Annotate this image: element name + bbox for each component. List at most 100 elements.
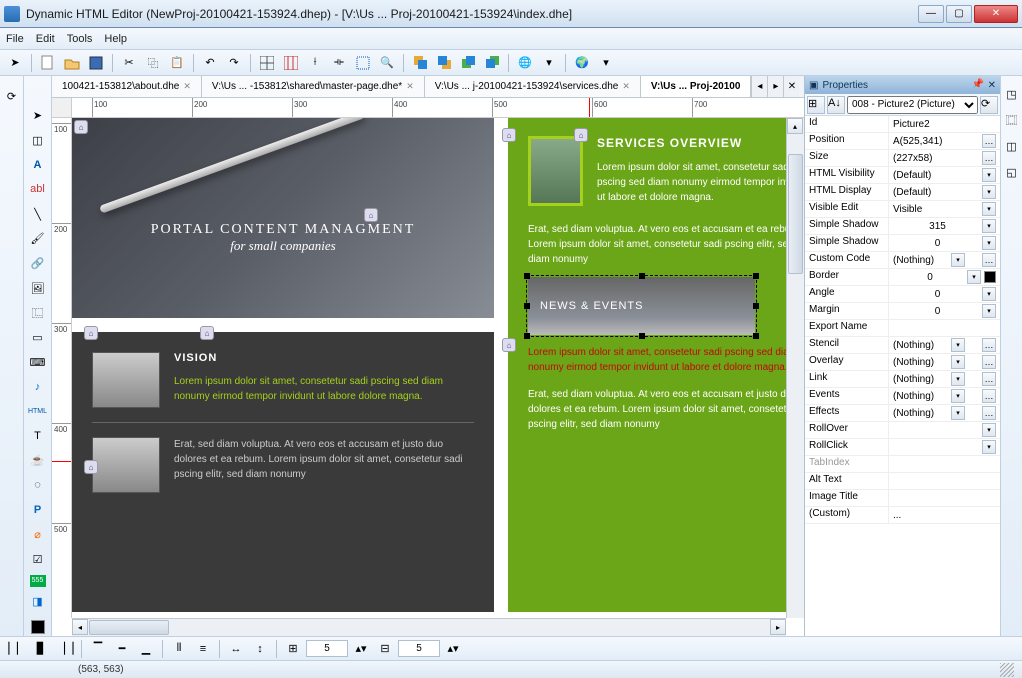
prop-value[interactable] <box>889 490 1000 506</box>
anchor-marker-icon[interactable]: ⌂ <box>84 326 98 340</box>
prop-value[interactable] <box>889 456 1000 472</box>
html-tool-icon[interactable]: HTML <box>27 402 49 421</box>
image-tool-icon[interactable]: 🖼 <box>27 279 49 298</box>
dropdown-icon[interactable]: ▾ <box>951 355 965 369</box>
prop-value[interactable]: 0▾ <box>889 303 1000 319</box>
minimize-button[interactable]: — <box>918 5 944 23</box>
resize-grip-icon[interactable] <box>1000 663 1014 677</box>
panel-close-icon[interactable]: ✕ <box>988 80 996 91</box>
audio-tool-icon[interactable]: ♪ <box>27 377 49 396</box>
ellipsis-button[interactable]: … <box>982 355 996 369</box>
paint-tool-icon[interactable]: 🖌 <box>27 229 49 248</box>
props-refresh-icon[interactable]: ⟳ <box>980 96 998 114</box>
canvas-tool-icon[interactable]: 555 <box>30 575 46 587</box>
scroll-thumb[interactable] <box>788 154 803 274</box>
paste-icon[interactable]: 📋 <box>166 52 188 74</box>
script-tool-icon[interactable]: ☕ <box>27 451 49 470</box>
dropdown-icon[interactable]: ▾ <box>982 440 996 454</box>
dropdown-icon[interactable]: ▾ <box>951 372 965 386</box>
preview-icon[interactable]: 🌐 <box>514 52 536 74</box>
tab-services[interactable]: V:\Us ... j-20100421-153924\services.dhe… <box>425 76 641 97</box>
props-icon2[interactable]: A↓ <box>827 96 845 114</box>
spin-icon[interactable]: ▴▾ <box>442 638 464 660</box>
dropdown-icon[interactable]: ▾ <box>951 338 965 352</box>
distribute-h-icon[interactable]: ⫴ <box>168 638 190 660</box>
link-tool-icon[interactable]: 🔗 <box>27 254 49 273</box>
send-backward-icon[interactable] <box>457 52 479 74</box>
prop-value[interactable]: (227x58)… <box>889 150 1000 166</box>
resize-handle[interactable] <box>524 303 530 309</box>
align-top-icon[interactable]: ▔ <box>87 638 109 660</box>
spin-icon[interactable]: ▴▾ <box>350 638 372 660</box>
tab-prev-icon[interactable]: ◂ <box>751 76 767 97</box>
gallery-tool-icon[interactable]: ⿺ <box>27 303 49 322</box>
align-center-icon[interactable]: ▊ <box>30 638 52 660</box>
frame-tool-icon[interactable]: ◨ <box>27 593 49 612</box>
services-panel[interactable]: ⌂ ⌂ SERVICES OVERVIEW Lorem ipsum dolor … <box>508 118 786 612</box>
rss-tool-icon[interactable]: ⌀ <box>27 525 49 544</box>
anchor-marker-icon[interactable]: ⌂ <box>74 120 88 134</box>
input-tool-icon[interactable]: ⌨ <box>27 353 49 372</box>
select-tool-icon[interactable]: ➤ <box>27 106 49 125</box>
anchor-marker-icon[interactable]: ⌂ <box>364 208 378 222</box>
vision-block[interactable]: ⌂ ⌂ VISION Lorem ipsum dolor sit amet, c… <box>72 332 494 612</box>
news-banner[interactable]: NEWS & EVENTS <box>528 277 755 335</box>
prop-value[interactable]: (Default)▾ <box>889 184 1000 200</box>
close-icon[interactable]: ✕ <box>406 81 414 92</box>
color-tool-icon[interactable] <box>27 617 49 636</box>
shape-tool-icon[interactable]: ◫ <box>27 131 49 150</box>
grid2-icon[interactable] <box>280 52 302 74</box>
close-icon[interactable]: ✕ <box>183 81 191 92</box>
pin-icon[interactable]: 📌 <box>972 79 984 91</box>
design-canvas[interactable]: ⌂ ⌂ PORTAL CONTENT MANAGMENT for small c… <box>72 118 786 618</box>
distribute-v-icon[interactable]: ≡ <box>192 638 214 660</box>
resize-handle[interactable] <box>753 333 759 339</box>
prop-value[interactable]: (Nothing)▾… <box>889 405 1000 421</box>
copy-icon[interactable]: ⿻ <box>142 52 164 74</box>
same-height-icon[interactable]: ↕ <box>249 638 271 660</box>
close-icon[interactable]: ✕ <box>622 81 630 92</box>
ellipsis-button[interactable]: … <box>982 406 996 420</box>
props-icon1[interactable]: ⊞ <box>807 96 825 114</box>
prop-value[interactable]: Visible▾ <box>889 201 1000 217</box>
properties-header[interactable]: ▣ Properties 📌 ✕ <box>805 76 1000 94</box>
select-all-icon[interactable] <box>352 52 374 74</box>
dropdown-icon[interactable]: ▾ <box>951 389 965 403</box>
vision-image[interactable] <box>92 352 160 408</box>
prop-value[interactable]: 0▾ <box>889 286 1000 302</box>
grid-snap2-icon[interactable]: ⊟ <box>374 638 396 660</box>
cut-icon[interactable]: ✂ <box>118 52 140 74</box>
zoom-icon[interactable]: 🔍 <box>376 52 398 74</box>
tab-close-icon[interactable]: ✕ <box>783 76 799 97</box>
text-tool-icon[interactable]: A <box>27 155 49 174</box>
align-middle-icon[interactable]: ━ <box>111 638 133 660</box>
prop-value[interactable]: (Default)▾ <box>889 167 1000 183</box>
prop-value[interactable]: (Nothing)▾… <box>889 354 1000 370</box>
dropdown-icon[interactable]: ▾ <box>982 423 996 437</box>
resize-handle[interactable] <box>639 273 645 279</box>
paypal-tool-icon[interactable]: P <box>27 501 49 520</box>
rail-icon-3[interactable]: ◫ <box>1002 136 1022 156</box>
object-select[interactable]: 008 - Picture2 (Picture) <box>847 96 978 114</box>
resize-handle[interactable] <box>753 303 759 309</box>
align-bottom-icon[interactable]: ▁ <box>135 638 157 660</box>
ruler-icon[interactable]: ⟊ <box>304 52 326 74</box>
prop-value[interactable]: (Nothing)▾… <box>889 371 1000 387</box>
button-tool-icon[interactable]: ▭ <box>27 328 49 347</box>
ellipsis-button[interactable]: … <box>982 253 996 267</box>
anchor-marker-icon[interactable]: ⌂ <box>502 338 516 352</box>
prop-value[interactable]: 0▾ <box>889 235 1000 251</box>
tab-master[interactable]: V:\Us ... -153812\shared\master-page.dhe… <box>202 76 425 97</box>
label-tool-icon[interactable]: abl <box>27 180 49 199</box>
ellipsis-button[interactable]: … <box>982 134 996 148</box>
tab-index[interactable]: V:\Us ... Proj-20100 <box>641 76 752 97</box>
ruler2-icon[interactable]: ⟛ <box>328 52 350 74</box>
align-left-icon[interactable]: ▏▏ <box>6 638 28 660</box>
dropdown-icon[interactable]: ▾ <box>982 202 996 216</box>
close-button[interactable]: ✕ <box>974 5 1018 23</box>
dropdown-icon[interactable]: ▾ <box>982 185 996 199</box>
export-icon[interactable]: 🌍 <box>571 52 593 74</box>
rail-icon-1[interactable]: ◳ <box>1002 84 1022 104</box>
grid-icon[interactable] <box>256 52 278 74</box>
resize-handle[interactable] <box>639 333 645 339</box>
